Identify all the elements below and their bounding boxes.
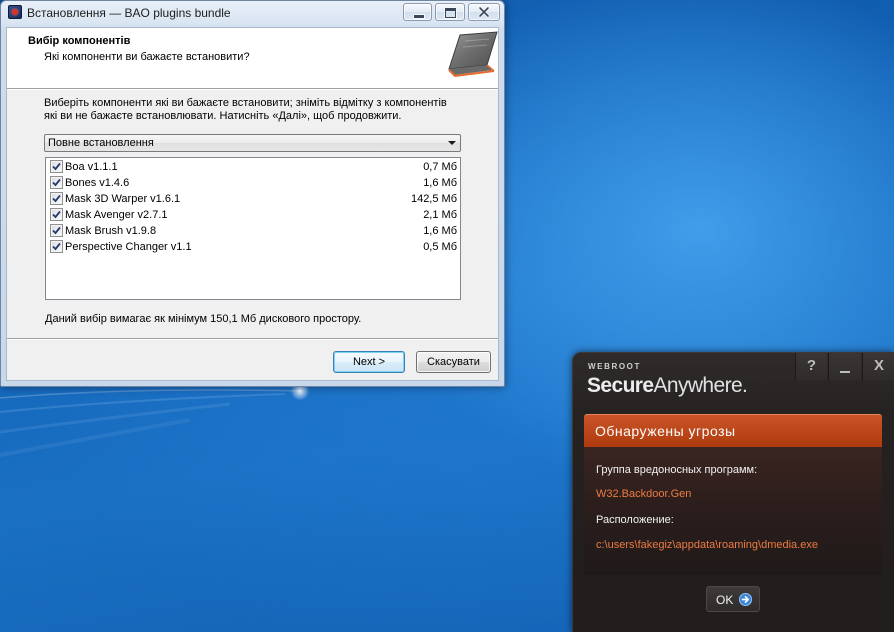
next-button[interactable]: Next > bbox=[333, 351, 405, 373]
list-item[interactable]: Mask 3D Warper v1.6.1 142,5 Мб bbox=[46, 191, 460, 207]
footer-divider bbox=[7, 338, 498, 340]
webroot-brand: WEBROOT bbox=[588, 362, 641, 371]
checkmark-icon bbox=[52, 242, 61, 251]
close-label: X bbox=[873, 357, 884, 374]
component-size: 0,7 Мб bbox=[423, 161, 457, 173]
window-close-button[interactable] bbox=[468, 3, 500, 21]
installer-header-image bbox=[448, 31, 498, 78]
help-label: ? bbox=[806, 357, 817, 374]
component-checkbox[interactable] bbox=[50, 208, 63, 221]
component-checkbox[interactable] bbox=[50, 160, 63, 173]
minimize-icon bbox=[840, 371, 850, 373]
component-name: Perspective Changer v1.1 bbox=[65, 241, 192, 253]
component-size: 2,1 Мб bbox=[423, 209, 457, 221]
window-title: Встановлення — BAO plugins bundle bbox=[27, 6, 231, 20]
component-size: 1,6 Мб bbox=[423, 225, 457, 237]
arrow-right-circle-icon bbox=[739, 593, 752, 606]
component-name: Boa v1.1.1 bbox=[65, 161, 118, 173]
ok-label: OK bbox=[716, 593, 734, 607]
list-item[interactable]: Mask Brush v1.9.8 1,6 Мб bbox=[46, 223, 460, 239]
window-maximize-button[interactable] bbox=[435, 3, 465, 21]
component-checkbox[interactable] bbox=[50, 224, 63, 237]
component-name: Mask Avenger v2.7.1 bbox=[65, 209, 168, 221]
component-checkbox[interactable] bbox=[50, 192, 63, 205]
chevron-down-icon bbox=[448, 141, 456, 145]
instructions-line-1: Виберіть компоненти які ви бажаєте встан… bbox=[44, 97, 447, 109]
maximize-icon bbox=[445, 8, 456, 18]
wizard-header: Вибір компонентів Які компоненти ви бажа… bbox=[7, 28, 498, 88]
checkmark-icon bbox=[52, 162, 61, 171]
component-checkbox[interactable] bbox=[50, 176, 63, 189]
page-subtitle: Які компоненти ви бажаєте встановити? bbox=[44, 51, 250, 63]
alert-close-button[interactable]: X bbox=[862, 353, 894, 380]
threat-group-value: W32.Backdoor.Gen bbox=[596, 488, 692, 500]
alert-banner: Обнаружены угрозы bbox=[584, 414, 882, 447]
product-name-anywhere: Anywhere. bbox=[653, 374, 748, 397]
list-item[interactable]: Mask Avenger v2.7.1 2,1 Мб bbox=[46, 207, 460, 223]
threat-group-label: Группа вредоносных программ: bbox=[596, 464, 758, 476]
instructions-line-2: які ви не бажаєте встановлювати. Натисні… bbox=[44, 110, 402, 122]
component-size: 142,5 Мб bbox=[410, 193, 457, 205]
checkmark-icon bbox=[52, 194, 61, 203]
help-button[interactable]: ? bbox=[795, 353, 827, 380]
disk-space-note: Даний вибір вимагає як мінімум 150,1 Мб … bbox=[45, 313, 362, 325]
component-name: Mask Brush v1.9.8 bbox=[65, 225, 157, 237]
list-item[interactable]: Boa v1.1.1 0,7 Мб bbox=[46, 159, 460, 175]
location-label: Расположение: bbox=[596, 514, 674, 526]
alert-minimize-button[interactable] bbox=[828, 353, 861, 380]
product-name-secure: Secure bbox=[587, 374, 654, 397]
checkmark-icon bbox=[52, 210, 61, 219]
alert-title: Обнаружены угрозы bbox=[595, 423, 736, 439]
install-type-value: Повне встановлення bbox=[48, 137, 154, 149]
header-divider bbox=[7, 88, 498, 90]
component-size: 1,6 Мб bbox=[423, 177, 457, 189]
installer-window: Встановлення — BAO plugins bundle Вибір … bbox=[0, 0, 505, 387]
list-item[interactable]: Bones v1.4.6 1,6 Мб bbox=[46, 175, 460, 191]
component-size: 0,5 Мб bbox=[423, 241, 457, 253]
window-minimize-button[interactable] bbox=[403, 3, 432, 21]
checkmark-icon bbox=[52, 226, 61, 235]
checkmark-icon bbox=[52, 178, 61, 187]
ok-button[interactable]: OK bbox=[706, 586, 760, 612]
close-icon bbox=[478, 6, 490, 18]
component-name: Bones v1.4.6 bbox=[65, 177, 130, 189]
product-name: SecureAnywhere. bbox=[587, 374, 748, 398]
components-list[interactable]: Boa v1.1.1 0,7 Мб Bones v1.4.6 1,6 Мб Ma… bbox=[45, 157, 461, 300]
component-name: Mask 3D Warper v1.6.1 bbox=[65, 193, 181, 205]
webroot-alert-window: WEBROOT SecureAnywhere. ? X Обнаружены у… bbox=[572, 352, 894, 632]
minimize-icon bbox=[413, 14, 425, 19]
list-item[interactable]: Perspective Changer v1.1 0,5 Мб bbox=[46, 239, 460, 255]
page-title: Вибір компонентів bbox=[28, 35, 131, 47]
install-type-dropdown[interactable]: Повне встановлення bbox=[44, 134, 461, 152]
location-value: c:\users\fakegiz\appdata\roaming\dmedia.… bbox=[596, 539, 818, 551]
cancel-button[interactable]: Скасувати bbox=[416, 351, 491, 373]
component-checkbox[interactable] bbox=[50, 240, 63, 253]
installer-client-area: Вибір компонентів Які компоненти ви бажа… bbox=[7, 28, 498, 380]
installer-app-icon bbox=[8, 5, 22, 19]
